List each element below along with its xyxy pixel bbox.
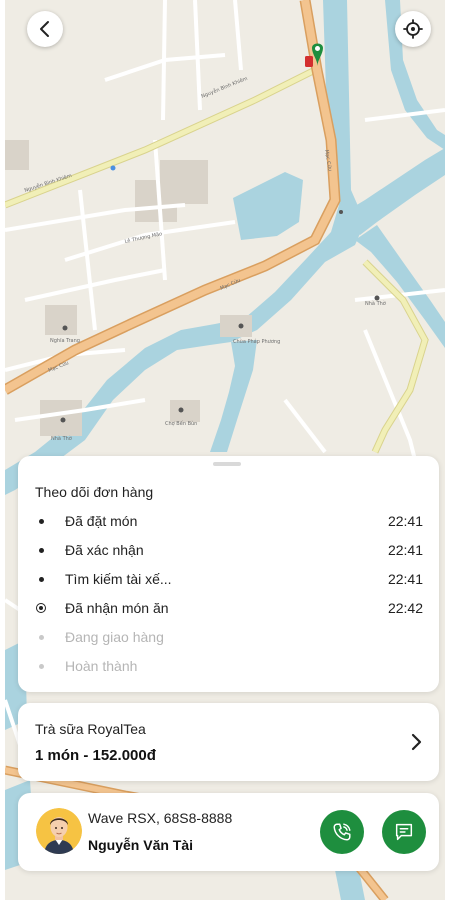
tracking-step-current: Đã nhận món ăn 22:42	[35, 598, 423, 618]
driver-name: Nguyễn Văn Tài	[88, 837, 194, 853]
vehicle-info: Wave RSX, 68S8-8888	[88, 810, 233, 826]
tracking-step-pending: Hoàn thành	[35, 656, 423, 676]
driver-card: Wave RSX, 68S8-8888 Nguyễn Văn Tài	[18, 793, 439, 871]
step-dot-icon	[35, 544, 47, 556]
step-dot-icon	[35, 631, 47, 643]
step-time: 22:41	[387, 571, 423, 587]
message-icon	[395, 823, 413, 841]
order-tracking-screen: Nguyễn Bình Khiêm Nguyễn Bình Khiêm Lê T…	[5, 0, 445, 900]
locate-button[interactable]	[395, 11, 431, 47]
drag-handle[interactable]	[213, 462, 241, 466]
svg-text:Chợ Bến Bùn: Chợ Bến Bùn	[165, 420, 197, 427]
store-name: Trà sữa RoyalTea	[35, 721, 146, 737]
svg-text:Nghĩa Trang: Nghĩa Trang	[50, 338, 80, 344]
step-label: Đang giao hàng	[65, 629, 164, 645]
step-time: 22:42	[387, 600, 423, 616]
order-summary-card[interactable]: Trà sữa RoyalTea 1 món - 152.000đ	[18, 703, 439, 781]
order-summary: 1 món - 152.000đ	[35, 747, 156, 764]
svg-text:Nhà Thờ: Nhà Thờ	[51, 435, 73, 442]
tracking-step: Đã xác nhận 22:41	[35, 540, 423, 560]
tracking-step: Tìm kiếm tài xế... 22:41	[35, 569, 423, 589]
back-button[interactable]	[27, 11, 63, 47]
step-dot-icon	[35, 660, 47, 672]
step-current-icon	[35, 602, 47, 614]
call-driver-button[interactable]	[320, 810, 364, 854]
step-time: 22:41	[387, 513, 423, 529]
crosshair-icon	[403, 19, 423, 39]
chevron-left-icon	[40, 21, 49, 37]
svg-text:Chùa Pháp Phương: Chùa Pháp Phương	[233, 338, 280, 345]
step-label: Tìm kiếm tài xế...	[65, 571, 172, 587]
tracking-step-pending: Đang giao hàng	[35, 627, 423, 647]
tracking-step: Đã đặt món 22:41	[35, 511, 423, 531]
step-label: Hoàn thành	[65, 658, 138, 674]
step-label: Đã nhận món ăn	[65, 600, 169, 616]
step-label: Đã đặt món	[65, 513, 138, 529]
chevron-right-icon	[411, 733, 422, 751]
tracking-title: Theo dõi đơn hàng	[35, 484, 154, 500]
svg-text:Nhà Thờ: Nhà Thờ	[365, 300, 387, 307]
step-dot-icon	[35, 573, 47, 585]
step-label: Đã xác nhận	[65, 542, 144, 558]
step-time: 22:41	[387, 542, 423, 558]
chat-driver-button[interactable]	[382, 810, 426, 854]
driver-avatar	[36, 808, 82, 854]
phone-icon	[333, 823, 351, 841]
order-tracking-card: Theo dõi đơn hàng Đã đặt món 22:41 Đã xá…	[18, 456, 439, 692]
step-dot-icon	[35, 515, 47, 527]
